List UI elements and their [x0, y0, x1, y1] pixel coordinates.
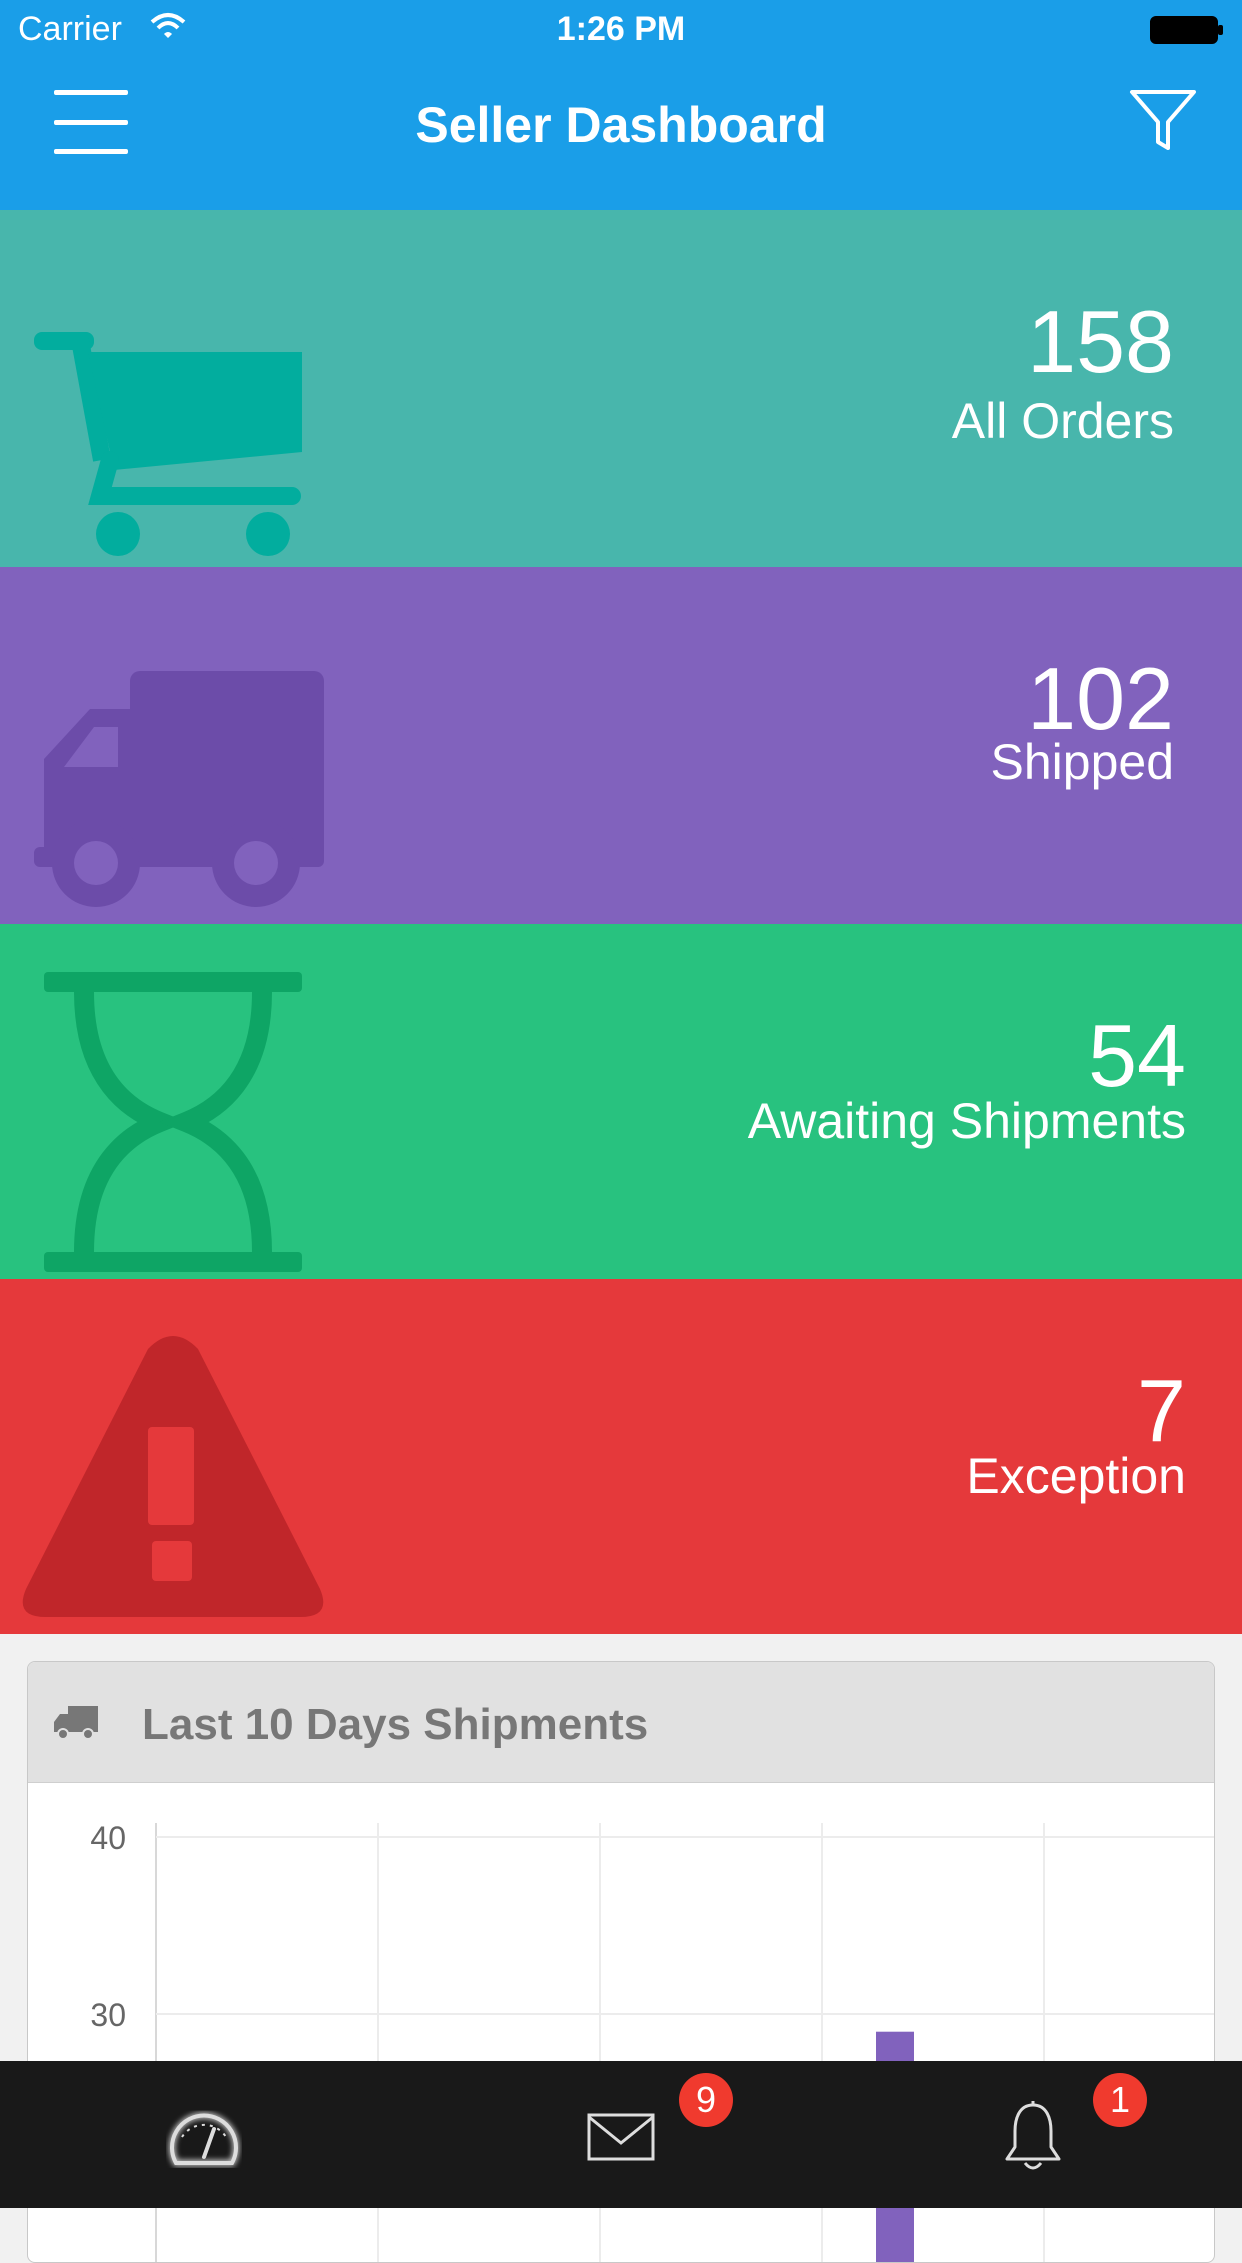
page-title: Seller Dashboard [415, 97, 827, 153]
battery-icon [1150, 16, 1224, 49]
clock-time: 1:26 PM [556, 10, 686, 48]
mail-envelope-icon [587, 2113, 655, 2166]
all-orders-count: 158 [1027, 292, 1174, 391]
awaiting-shipments-count: 54 [1088, 1006, 1186, 1105]
shipped-count: 102 [1027, 649, 1174, 748]
chart-y-ticks: 40 30 [90, 1820, 126, 2033]
shipped-tile[interactable]: 102 Shipped [0, 567, 1242, 924]
tab-notifications[interactable]: 1 [933, 2061, 1147, 2208]
notifications-badge: 1 [1093, 2073, 1147, 2127]
y-tick-label: 30 [90, 1997, 126, 2033]
hourglass-icon [40, 970, 310, 1285]
tab-dashboard[interactable] [106, 2061, 306, 2208]
awaiting-shipments-label: Awaiting Shipments [747, 1093, 1186, 1149]
warning-triangle-icon [20, 1335, 326, 1626]
bottom-tab-bar: 9 1 [0, 2061, 1242, 2208]
truck-icon [30, 667, 330, 912]
tab-messages[interactable]: 9 [521, 2061, 733, 2208]
all-orders-label: All Orders [951, 393, 1174, 449]
notification-bell-icon [1003, 2101, 1063, 2178]
awaiting-shipments-tile[interactable]: 54 Awaiting Shipments [0, 924, 1242, 1281]
top-navbar: Seller Dashboard [0, 60, 1242, 210]
filter-funnel-icon[interactable] [1128, 86, 1198, 156]
shipped-label: Shipped [990, 734, 1175, 790]
messages-badge: 9 [679, 2073, 733, 2127]
exception-count: 7 [1137, 1361, 1186, 1460]
dashboard-gauge-icon [166, 2105, 242, 2176]
exception-label: Exception [966, 1448, 1186, 1504]
y-tick-label: 40 [90, 1820, 126, 1856]
exception-tile[interactable]: 7 Exception [0, 1279, 1242, 1634]
status-bar: Carrier 1:26 PM [0, 0, 1242, 60]
all-orders-tile[interactable]: 158 All Orders [0, 210, 1242, 567]
panel-title: Last 10 Days Shipments [142, 1700, 649, 1749]
panel-header: Last 10 Days Shipments [28, 1662, 1214, 1783]
shopping-cart-icon [30, 320, 320, 575]
truck-icon [54, 1706, 98, 1745]
